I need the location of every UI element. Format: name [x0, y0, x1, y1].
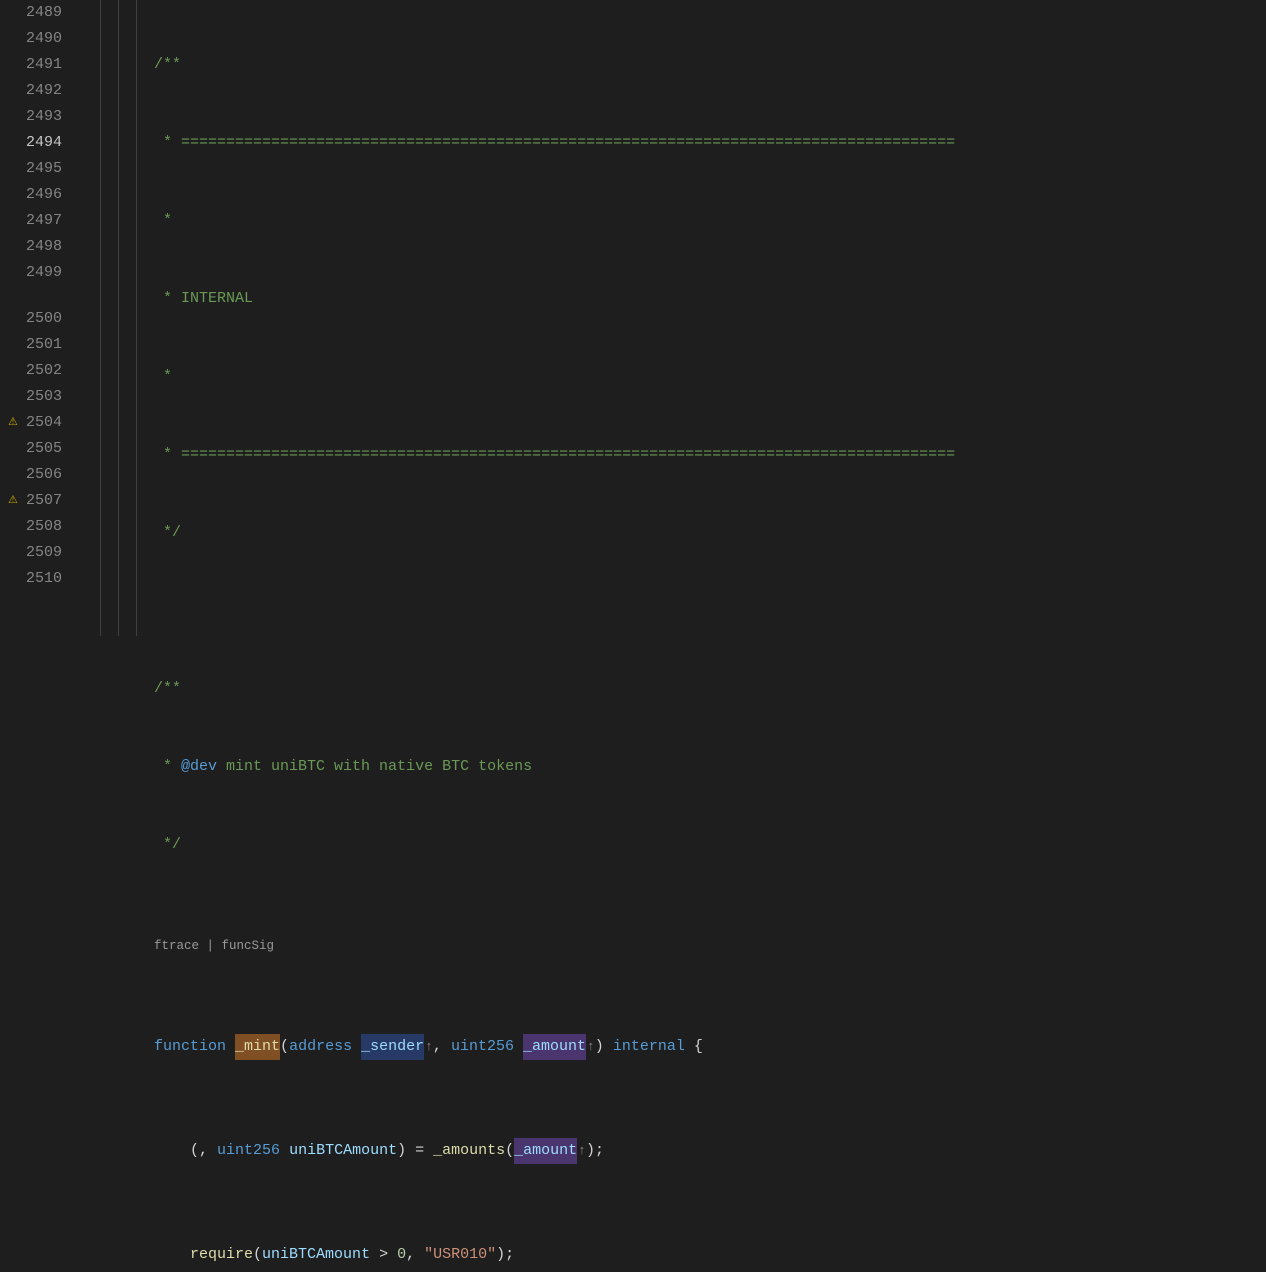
line-number-gutter: 2489 2490 2491 2492 2493 2494 2495 2496 …	[0, 0, 80, 636]
code-line[interactable]: (, uint256 uniBTCAmount) = _amounts(_amo…	[154, 1138, 1266, 1164]
code-line[interactable]: function _mint(address _sender↑, uint256…	[154, 1034, 1266, 1060]
line-number: 2502	[0, 358, 62, 384]
param-arrow-icon: ↑	[424, 1034, 433, 1060]
codelens-funcsig[interactable]: funcSig	[222, 939, 275, 953]
line-number: 2501	[0, 332, 62, 358]
line-number: 2493	[0, 104, 62, 130]
fold-column	[80, 0, 100, 636]
line-number: 2497	[0, 208, 62, 234]
comment: * INTERNAL	[154, 286, 253, 312]
line-number: 2510	[0, 566, 62, 592]
param-amount: _amount	[523, 1034, 586, 1060]
codelens-ftrace[interactable]: ftrace	[154, 939, 199, 953]
param-arrow-icon: ↑	[577, 1138, 586, 1164]
string-literal: "USR010"	[424, 1242, 496, 1268]
line-number: 2491	[0, 52, 62, 78]
line-number: 2505	[0, 436, 62, 462]
comment: */	[154, 832, 181, 858]
line-number: 2499	[0, 260, 62, 286]
code-editor[interactable]: 2489 2490 2491 2492 2493 2494 2495 2496 …	[0, 0, 1266, 636]
codelens[interactable]: ftrace | funcSig	[154, 936, 1266, 956]
code-content[interactable]: /** * ==================================…	[154, 0, 1266, 636]
line-number: 2509	[0, 540, 62, 566]
call-amounts: _amounts	[433, 1138, 505, 1164]
line-number: 2498	[0, 234, 62, 260]
type-uint256: uint256	[451, 1034, 514, 1060]
line-number: 2506	[0, 462, 62, 488]
line-number-warning: 2507	[0, 488, 62, 514]
keyword-function: function	[154, 1034, 226, 1060]
comment: * ======================================…	[154, 442, 955, 468]
param-arrow-icon: ↑	[586, 1034, 595, 1060]
line-number: 2489	[0, 0, 62, 26]
keyword-internal: internal	[613, 1034, 685, 1060]
code-line[interactable]: require(uniBTCAmount > 0, "USR010");	[154, 1242, 1266, 1268]
line-number: 2492	[0, 78, 62, 104]
comment: * ======================================…	[154, 130, 955, 156]
indent-guides	[100, 0, 154, 636]
line-number: 2496	[0, 182, 62, 208]
line-number-current: 2494	[0, 130, 62, 156]
comment: /**	[154, 676, 181, 702]
var-unibtcamount: uniBTCAmount	[289, 1138, 397, 1164]
comment: * @dev mint uniBTC with native BTC token…	[154, 754, 532, 780]
line-number: 2490	[0, 26, 62, 52]
line-number: 2508	[0, 514, 62, 540]
function-name: _mint	[235, 1034, 280, 1060]
doc-tag: @dev	[181, 758, 217, 775]
line-number: 2503	[0, 384, 62, 410]
line-number: 2495	[0, 156, 62, 182]
line-number: 2500	[0, 306, 62, 332]
codelens-gutter	[0, 286, 62, 306]
comment: */	[154, 520, 181, 546]
comment: *	[154, 208, 172, 234]
line-number-warning: 2504	[0, 410, 62, 436]
comment: /**	[154, 52, 181, 78]
param-sender: _sender	[361, 1034, 424, 1060]
call-require: require	[190, 1242, 253, 1268]
comment: *	[154, 364, 172, 390]
type-address: address	[289, 1034, 352, 1060]
